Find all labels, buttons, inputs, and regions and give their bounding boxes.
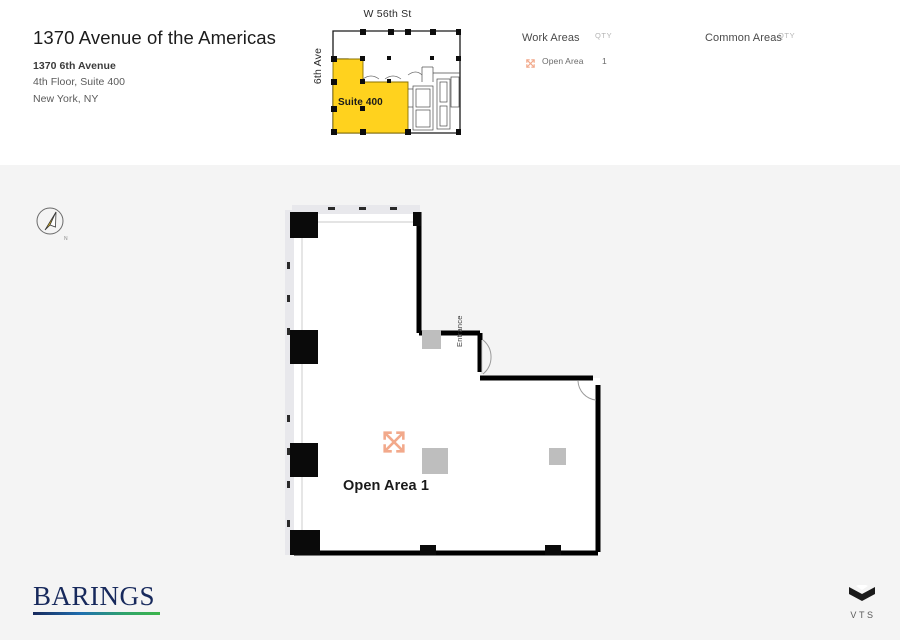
- legend-qty-open-area: 1: [602, 56, 607, 66]
- barings-gradient-rule: [33, 612, 160, 615]
- open-area-label: Open Area 1: [343, 478, 429, 494]
- key-plan-diagram: [331, 29, 461, 135]
- legend-qty-header-work-areas: QTY: [595, 31, 613, 40]
- legend-header-work-areas: Work Areas QTY: [522, 28, 612, 44]
- legend-column-work-areas: Work Areas QTY Open Area 1: [522, 28, 612, 69]
- floor-plan-diagram[interactable]: [280, 200, 620, 565]
- key-plan[interactable]: W 56th St 6th Ave Suite 400: [300, 8, 475, 143]
- vts-wordmark: VTS: [850, 610, 876, 620]
- page-title: 1370 Avenue of the Americas: [33, 27, 277, 48]
- address-block: 1370 Avenue of the Americas 1370 6th Ave…: [33, 27, 293, 107]
- key-plan-suite-label: Suite 400: [338, 97, 383, 108]
- header-bar: 1370 Avenue of the Americas 1370 6th Ave…: [0, 0, 900, 165]
- floor-suite: 4th Floor, Suite 400: [33, 76, 126, 89]
- legend-label-open-area: Open Area: [542, 56, 584, 66]
- legend-header-common-areas: Common Areas QTY: [705, 28, 795, 44]
- expand-arrows-icon: [525, 56, 536, 68]
- barings-logo: BARINGS: [33, 583, 163, 615]
- legend-title-work-areas: Work Areas: [522, 32, 580, 44]
- compass-icon: [36, 207, 64, 235]
- legend-row-open-area[interactable]: Open Area 1: [522, 55, 607, 69]
- compass-rose[interactable]: N: [34, 205, 68, 242]
- vts-logo: VTS: [843, 583, 881, 620]
- entrance-label: Entrance: [455, 315, 464, 347]
- legend-title-common-areas: Common Areas: [705, 32, 783, 44]
- barings-wordmark: BARINGS: [33, 581, 156, 611]
- street-address: 1370 6th Avenue: [33, 60, 116, 73]
- key-plan-street-label-top: W 56th St: [363, 8, 412, 20]
- legend-qty-header-common-areas: QTY: [778, 31, 796, 40]
- key-plan-street-label-left: 6th Ave: [312, 47, 324, 85]
- legend-column-common-areas: Common Areas QTY: [705, 28, 795, 44]
- city-state: New York, NY: [33, 92, 99, 105]
- compass-north-label: N: [64, 236, 68, 242]
- chevron-mark-icon: [849, 583, 875, 601]
- floor-plan-canvas[interactable]: N Entrance Open Area 1 BARINGS VTS: [0, 165, 900, 640]
